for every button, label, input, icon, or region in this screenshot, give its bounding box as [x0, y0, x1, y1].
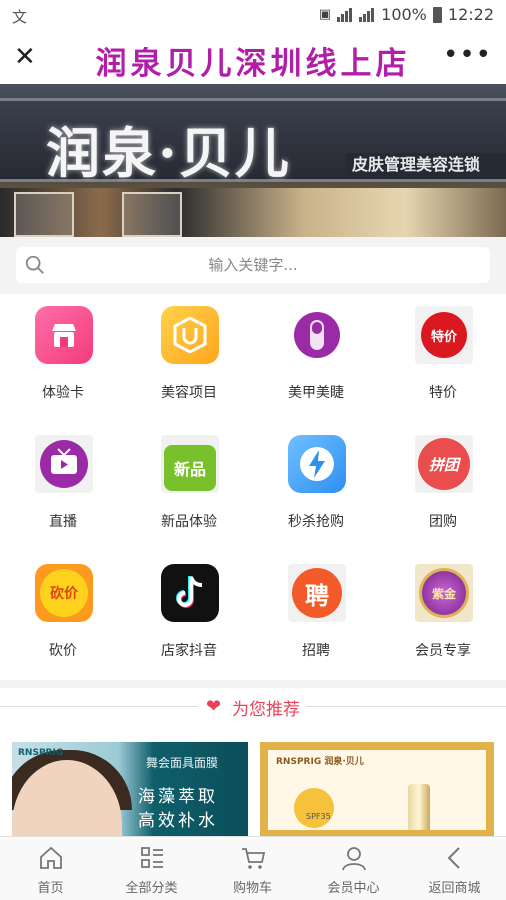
user-icon	[342, 847, 366, 871]
special-price-badge: 特价	[421, 312, 467, 358]
storefront-windows	[0, 188, 506, 237]
category-new-product[interactable]: 新品 新品体验	[126, 423, 252, 551]
more-icon[interactable]: •••	[443, 40, 492, 70]
new-product-icon: 新品	[161, 435, 219, 493]
product-card[interactable]: RNSPRIG 舞会面具面膜 海藻萃取 高效补水	[12, 742, 248, 838]
recruit-icon: 聘	[288, 564, 346, 622]
divider-line	[306, 706, 506, 707]
product-tube	[408, 784, 430, 830]
heart-icon: ❤	[206, 696, 222, 717]
category-label: 会员专享	[415, 643, 471, 659]
category-label: 直播	[49, 514, 77, 530]
tab-label: 首页	[37, 881, 64, 896]
battery-percent: 100%	[381, 5, 427, 24]
vip-medal-icon: 紫金	[415, 564, 473, 622]
clock: 12:22	[447, 5, 494, 24]
store-sign: 润泉·贝儿 皮肤管理美容连锁	[0, 98, 506, 185]
product-tagline: 海藻萃取	[138, 787, 218, 807]
recruit-badge: 聘	[292, 568, 342, 618]
category-label: 秒杀抢购	[288, 514, 344, 530]
tab-member-center[interactable]: 会员中心	[303, 837, 404, 900]
category-label: 新品体验	[161, 514, 217, 530]
tab-categories[interactable]: 全部分类	[101, 837, 202, 900]
live-tv-icon	[35, 435, 93, 493]
tab-home[interactable]: 首页	[0, 837, 101, 900]
status-right: ▣ 100% 12:22	[319, 5, 494, 24]
category-beauty-project[interactable]: 美容项目	[126, 294, 252, 422]
category-label: 体验卡	[42, 385, 84, 401]
category-label: 砍价	[49, 643, 77, 659]
shop-icon	[35, 306, 93, 364]
product-name: 舞会面具面膜	[146, 756, 219, 770]
status-bar: 文 ▣ 100% 12:22	[0, 0, 506, 32]
cart-icon	[242, 848, 266, 869]
divider-line	[0, 706, 198, 707]
text-input-icon: 文	[12, 8, 28, 26]
back-icon	[447, 847, 460, 869]
category-label: 美甲美睫	[288, 385, 344, 401]
tab-label: 全部分类	[125, 881, 178, 896]
recommend-title: 为您推荐	[232, 700, 300, 720]
u-badge-icon	[161, 306, 219, 364]
page-title: 润泉贝儿深圳线上店	[95, 46, 411, 82]
tab-label: 购物车	[232, 881, 272, 896]
category-flash-sale[interactable]: 秒杀抢购	[253, 423, 379, 551]
window-decor	[122, 192, 182, 237]
search-input[interactable]: 输入关键字...	[16, 247, 490, 283]
category-recruit[interactable]: 聘 招聘	[253, 552, 379, 680]
alarm-icon: ▣	[318, 7, 332, 22]
special-price-icon: 特价	[415, 306, 473, 364]
product-brand: RNSPRIG	[18, 748, 64, 758]
window-decor	[14, 192, 74, 237]
tiktok-icon	[161, 564, 219, 622]
recommend-header: ❤ 为您推荐	[0, 688, 506, 724]
category-special-price[interactable]: 特价 特价	[380, 294, 506, 422]
category-live[interactable]: 直播	[0, 423, 126, 551]
bargain-icon: 砍价	[35, 564, 93, 622]
category-icon	[141, 847, 163, 868]
category-vip[interactable]: 紫金 会员专享	[380, 552, 506, 680]
nail-icon	[288, 306, 346, 364]
tab-cart[interactable]: 购物车	[202, 837, 303, 900]
category-bargain[interactable]: 砍价 砍价	[0, 552, 126, 680]
category-nail-lash[interactable]: 美甲美睫	[253, 294, 379, 422]
tab-label: 返回商城	[428, 881, 481, 896]
group-buy-icon: 拼团	[415, 435, 473, 493]
signal-icon	[359, 7, 375, 22]
close-icon[interactable]: ✕	[14, 44, 38, 70]
store-name: 润泉·贝儿	[46, 121, 291, 185]
category-douyin[interactable]: 店家抖音	[126, 552, 252, 680]
category-label: 团购	[429, 514, 457, 530]
spf-badge: SPF35	[306, 812, 331, 821]
store-slogan: 皮肤管理美容连锁	[346, 153, 506, 177]
battery-icon	[432, 6, 442, 23]
category-trial-card[interactable]: 体验卡	[0, 294, 126, 422]
home-icon	[40, 846, 62, 869]
product-card[interactable]: RNSPRIG 润泉·贝儿 SPF35	[260, 742, 494, 838]
title-bar: ✕ 润泉贝儿深圳线上店 •••	[0, 32, 506, 84]
wifi-icon	[337, 7, 353, 22]
section-divider	[0, 680, 506, 688]
category-label: 美容项目	[161, 385, 217, 401]
tab-label: 会员中心	[327, 881, 380, 896]
tab-back-to-mall[interactable]: 返回商城	[404, 837, 505, 900]
group-buy-badge: 拼团	[418, 438, 470, 490]
bottom-tab-bar: 首页 全部分类 购物车 会员中心 返回商城	[0, 836, 506, 900]
new-product-bag: 新品	[164, 445, 216, 491]
sun-icon	[294, 788, 334, 828]
store-banner[interactable]: 润泉·贝儿 皮肤管理美容连锁	[0, 84, 506, 237]
category-label: 店家抖音	[161, 643, 217, 659]
category-label: 招聘	[302, 643, 330, 659]
product-brand: RNSPRIG 润泉·贝儿	[276, 757, 364, 767]
search-area: 输入关键字...	[0, 237, 506, 294]
search-placeholder: 输入关键字...	[208, 256, 298, 274]
lightning-icon	[288, 435, 346, 493]
category-group-buy[interactable]: 拼团 团购	[380, 423, 506, 551]
bargain-badge: 砍价	[40, 569, 88, 617]
product-tagline: 高效补水	[138, 811, 218, 831]
vip-medal: 紫金	[419, 568, 469, 618]
category-grid: 体验卡 美容项目 美甲美睫 特价 特价 直播 新品 新品体验 秒杀抢购 拼团 团…	[0, 294, 506, 680]
category-label: 特价	[429, 385, 457, 401]
